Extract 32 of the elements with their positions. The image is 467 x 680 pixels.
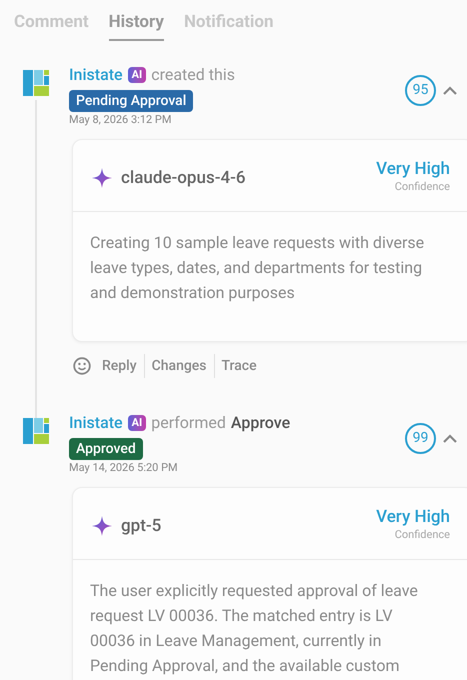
action-text: created this [151,64,235,86]
model-name: gpt-5 [121,514,162,538]
smiley-icon[interactable] [73,356,91,374]
sparkle-icon [92,168,112,188]
reasoning-text: The user explicitly requested approval of leave request LV 00036. The matched entry is LV 00036 in Leave Management, currently in Pending Approval, and the available custom [89,580,419,676]
ai-badge: AI [128,414,146,430]
event-date: May 14, 2026 5:20 PM [69,460,179,476]
action-link[interactable]: Trace [214,354,264,378]
status-badge: Pending Approval [69,90,194,112]
tab[interactable]: History [108,10,164,40]
confidence-label: Confidence [394,528,450,542]
confidence-label: Confidence [394,180,450,194]
event-date: May 8, 2026 3:12 PM [69,112,172,128]
actor-name[interactable]: Inistate [69,412,123,434]
reasoning-text: Creating 10 sample leave requests with diverse leave types, dates, and departments for testing and demonstration purposes [89,232,426,304]
score-ring: 95 [405,74,436,106]
sparkle-icon [92,516,112,536]
action-text: Approve [230,412,290,434]
status-badge: Approved [69,438,143,460]
model-name: claude-opus-4-6 [121,166,246,190]
logo-icon [22,70,48,96]
ai-badge: AI [128,66,146,82]
confidence-level: Very High [376,506,450,528]
logo-icon [22,418,48,444]
action-link[interactable]: Reply [102,354,144,378]
confidence-level: Very High [376,158,450,180]
chevron-up-icon[interactable] [443,86,457,94]
action-link[interactable]: Changes [144,354,214,378]
actor-name[interactable]: Inistate [69,64,123,86]
score-ring: 99 [405,422,436,454]
action-text: performed [151,412,226,434]
chevron-up-icon[interactable] [443,434,457,442]
